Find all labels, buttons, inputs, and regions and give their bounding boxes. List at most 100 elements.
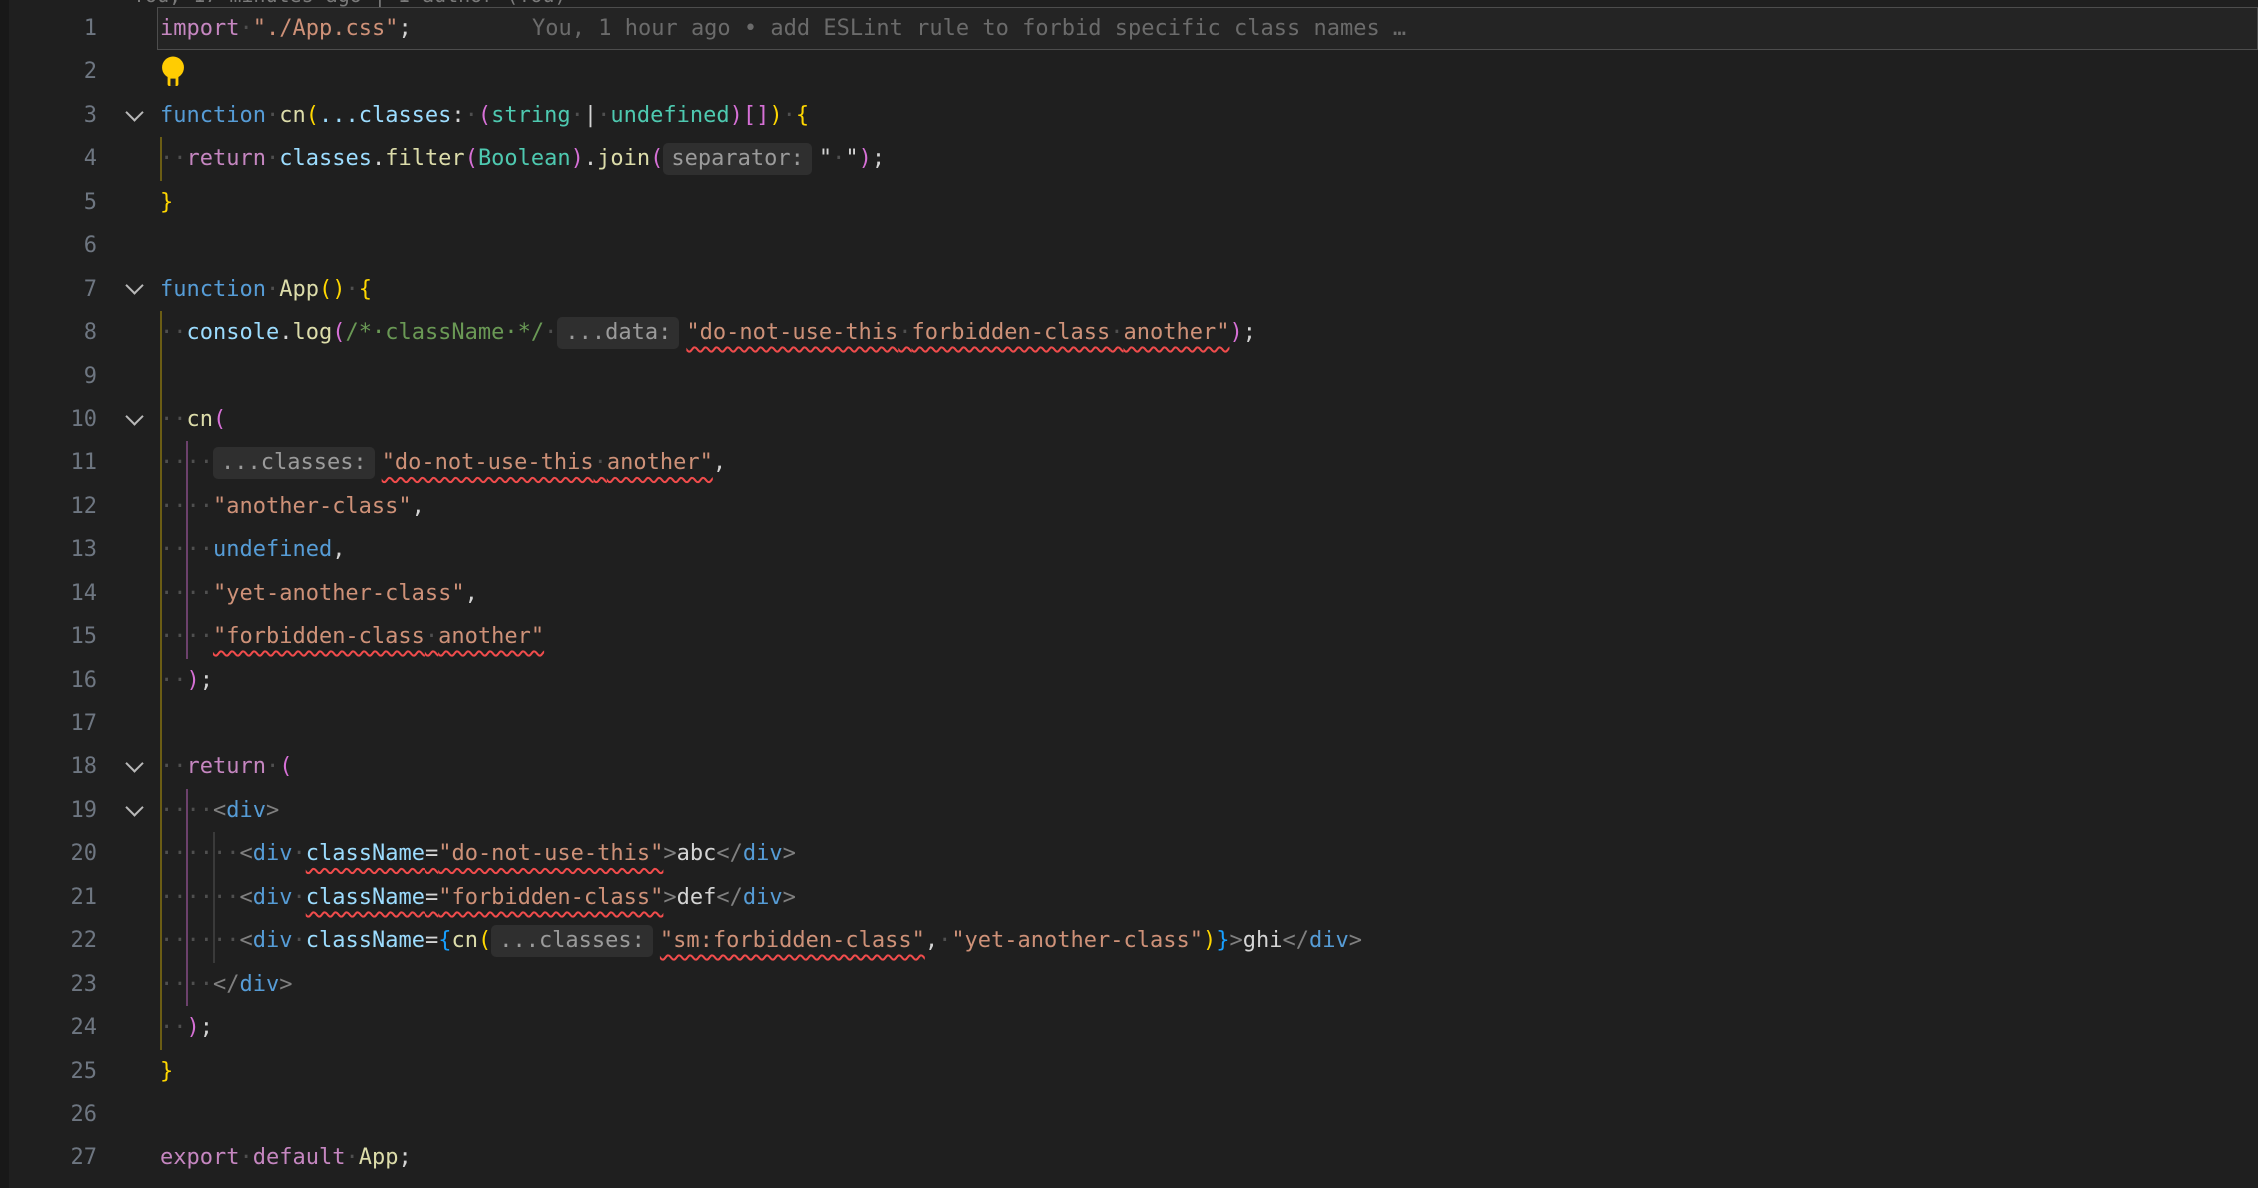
code-token: undefined <box>213 537 332 562</box>
fold-chevron-icon[interactable] <box>113 789 155 832</box>
code-text[interactable]: export·default·App; <box>160 1136 412 1179</box>
code-text[interactable]: ····undefined, <box>160 528 345 571</box>
line-number[interactable]: 22 <box>9 919 97 962</box>
code-token: ···· <box>160 537 213 562</box>
line-number[interactable]: 11 <box>9 441 97 484</box>
code-text[interactable]: } <box>160 181 173 224</box>
code-text[interactable]: ··return·classes.filter(Boolean).join(se… <box>160 137 885 180</box>
fold-chevron-icon[interactable] <box>113 94 155 137</box>
code-text[interactable]: ····<div> <box>160 789 279 832</box>
line-number[interactable]: 16 <box>9 659 97 702</box>
code-token: . <box>584 146 597 171</box>
code-token: { <box>796 103 809 128</box>
code-text[interactable]: ······<div·className="do-not-use-this">a… <box>160 832 796 875</box>
code-text[interactable]: ··); <box>160 659 213 702</box>
line-number[interactable]: 13 <box>9 528 97 571</box>
code-token: another" <box>438 624 544 649</box>
code-token: </ <box>213 972 240 997</box>
code-token: "./App.css" <box>253 16 399 41</box>
code-token: · <box>571 103 584 128</box>
line-number[interactable]: 5 <box>9 181 97 224</box>
code-editor: You, 17 minutes ago | 1 author (You) 1im… <box>0 0 2258 1188</box>
line-number[interactable]: 24 <box>9 1006 97 1049</box>
line-number[interactable]: 27 <box>9 1136 97 1179</box>
code-token: "yet-another-class" <box>213 581 465 606</box>
code-token: div <box>226 798 266 823</box>
code-token: "sm:forbidden-class" <box>660 928 925 953</box>
line-number[interactable]: 25 <box>9 1050 97 1093</box>
code-token: . <box>279 320 292 345</box>
lightbulb-icon[interactable] <box>158 55 188 89</box>
code-text[interactable]: ··); <box>160 1006 213 1049</box>
code-token: · <box>239 1145 252 1170</box>
code-text[interactable]: ····"another-class", <box>160 485 425 528</box>
code-token: ) <box>187 1015 200 1040</box>
line-number[interactable]: 23 <box>9 963 97 1006</box>
code-token: , <box>925 928 938 953</box>
code-token: ·· <box>160 407 187 432</box>
fold-chevron-icon[interactable] <box>113 268 155 311</box>
line-number[interactable]: 20 <box>9 832 97 875</box>
code-token: ······ <box>160 928 239 953</box>
code-token: App <box>279 277 319 302</box>
code-text[interactable]: ··console.log(/*·className·*/·...data:"d… <box>160 311 1256 354</box>
code-text[interactable]: ··return·( <box>160 745 292 788</box>
line-number[interactable]: 9 <box>9 355 97 398</box>
line-number[interactable]: 17 <box>9 702 97 745</box>
code-line: 18 ··return·( <box>9 745 2258 788</box>
line-number[interactable]: 19 <box>9 789 97 832</box>
code-token: "forbidden-class <box>213 624 425 649</box>
code-line: 1import·"./App.css";You, 1 hour ago • ad… <box>9 7 2258 50</box>
code-token: [] <box>743 103 770 128</box>
code-token: return <box>187 754 266 779</box>
line-number[interactable]: 8 <box>9 311 97 354</box>
code-text[interactable]: function·App()·{ <box>160 268 372 311</box>
code-text[interactable]: } <box>160 1050 173 1093</box>
code-token: </ <box>716 885 743 910</box>
code-token: ) <box>571 146 584 171</box>
code-text[interactable]: ······<div·className={cn(...classes:"sm:… <box>160 919 1362 962</box>
inlay-hint: ...classes: <box>213 447 375 479</box>
code-text[interactable]: ····...classes:"do-not-use-this·another"… <box>160 441 726 484</box>
code-token: > <box>279 972 292 997</box>
line-number[interactable]: 15 <box>9 615 97 658</box>
fold-chevron-icon[interactable] <box>113 745 155 788</box>
code-token: forbidden-class <box>912 320 1111 345</box>
code-token: , <box>412 494 425 519</box>
code-token: App <box>359 1145 399 1170</box>
code-token: > <box>783 885 796 910</box>
code-text[interactable]: function·cn(...classes:·(string·|·undefi… <box>160 94 809 137</box>
code-text[interactable]: import·"./App.css"; <box>160 7 412 50</box>
code-token: = <box>425 885 438 910</box>
code-token: · <box>938 928 951 953</box>
line-number[interactable]: 18 <box>9 745 97 788</box>
line-number[interactable]: 4 <box>9 137 97 180</box>
line-number[interactable]: 26 <box>9 1093 97 1136</box>
code-token: ·· <box>160 146 187 171</box>
line-number[interactable]: 6 <box>9 224 97 267</box>
code-token: · <box>292 928 305 953</box>
code-text[interactable]: ······<div·className="forbidden-class">d… <box>160 876 796 919</box>
fold-chevron-icon[interactable] <box>113 398 155 441</box>
code-token: ·· <box>160 1015 187 1040</box>
code-token: "do-not-use-this <box>382 450 594 475</box>
line-number[interactable]: 2 <box>9 50 97 93</box>
line-number[interactable]: 3 <box>9 94 97 137</box>
line-number[interactable]: 7 <box>9 268 97 311</box>
line-number[interactable]: 14 <box>9 572 97 615</box>
code-token: · <box>594 450 607 475</box>
code-token: div <box>239 972 279 997</box>
line-number[interactable]: 1 <box>9 7 97 50</box>
code-token: def <box>677 885 717 910</box>
code-token: > <box>663 885 676 910</box>
code-text[interactable]: ····</div> <box>160 963 292 1006</box>
code-line: 8 ··console.log(/*·className·*/·...data:"… <box>9 311 2258 354</box>
code-text[interactable]: ··cn( <box>160 398 226 441</box>
line-number[interactable]: 21 <box>9 876 97 919</box>
code-text[interactable]: ····"yet-another-class", <box>160 572 478 615</box>
line-number[interactable]: 10 <box>9 398 97 441</box>
code-text[interactable]: ····"forbidden-class·another" <box>160 615 544 658</box>
line-number[interactable]: 12 <box>9 485 97 528</box>
code-token: : <box>451 103 464 128</box>
indent-guide <box>160 702 162 745</box>
